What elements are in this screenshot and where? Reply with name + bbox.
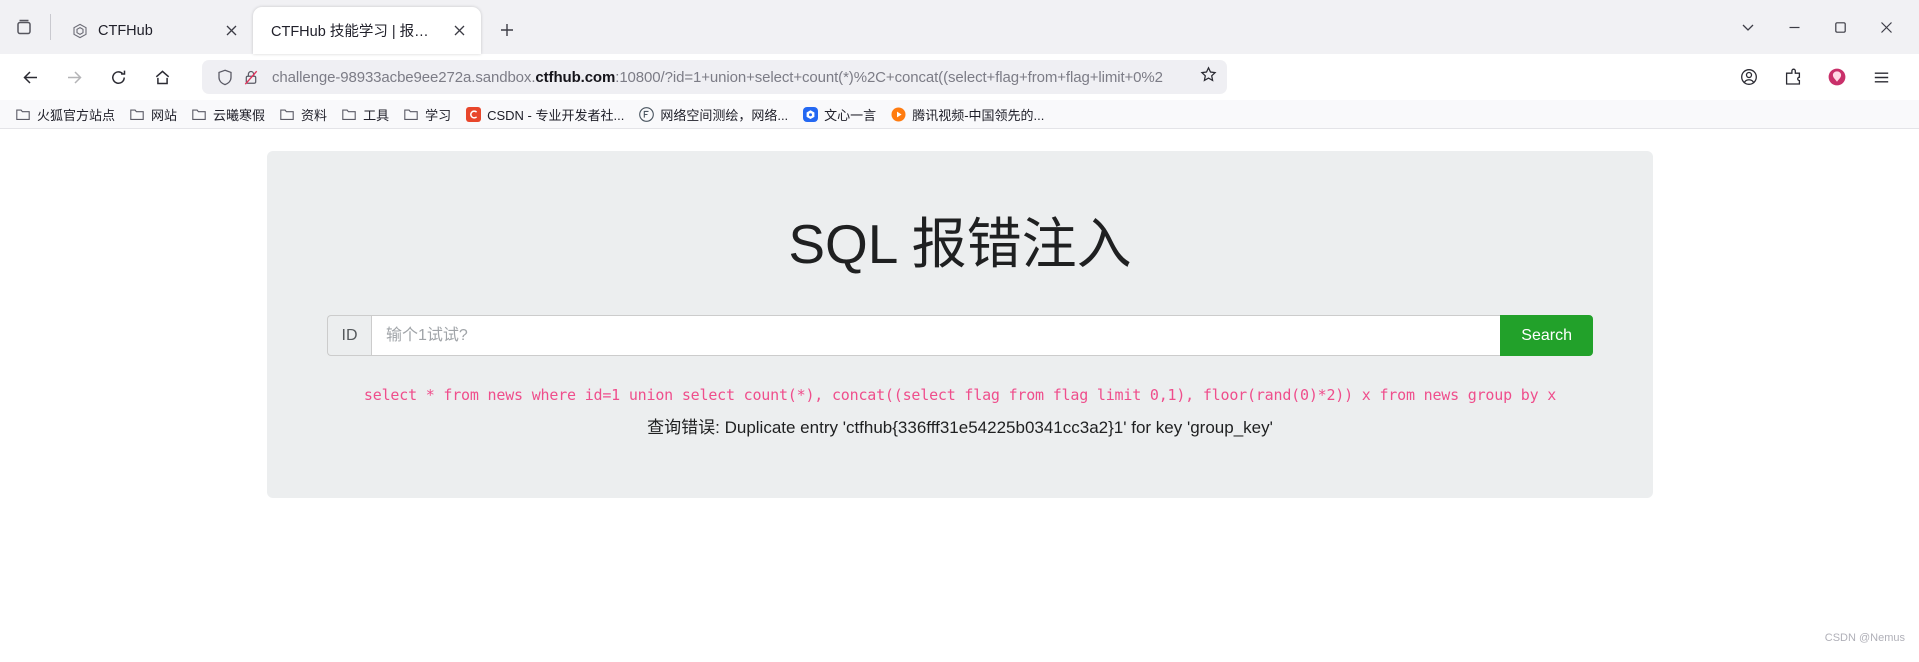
browser-tab-title: CTFHub 技能学习 | 报错注入 — [271, 24, 437, 40]
tab-strip-divider — [50, 14, 51, 40]
sql-query-output: select * from news where id=1 union sele… — [363, 386, 1557, 404]
id-search-form: ID Search — [327, 315, 1593, 356]
bookmark-star-icon[interactable] — [1200, 66, 1217, 88]
tencent-video-icon — [890, 106, 906, 122]
bookmark-label: 云曦寒假 — [213, 107, 266, 123]
tab-close-icon[interactable] — [219, 19, 243, 43]
bookmark-label: 腾讯视频-中国领先的... — [912, 107, 1045, 123]
ctfhub-logo-icon — [71, 22, 88, 39]
sql-error-message: 查询错误: Duplicate entry 'ctfhub{336fff31e5… — [647, 418, 1273, 437]
window-close-button[interactable] — [1863, 0, 1909, 54]
browser-tab-sql-error-injection[interactable]: CTFHub 技能学习 | 报错注入 — [253, 7, 481, 54]
yiyan-icon — [802, 106, 818, 122]
folder-icon — [129, 106, 145, 122]
insecure-lock-icon[interactable] — [238, 64, 264, 90]
bookmark-item[interactable]: 腾讯视频-中国领先的... — [883, 102, 1051, 127]
list-all-tabs-icon[interactable] — [1725, 0, 1771, 54]
page-viewport: SQL 报错注入 ID Search select * from news wh… — [0, 129, 1919, 652]
jumbotron-panel: SQL 报错注入 ID Search select * from news wh… — [267, 151, 1653, 498]
browser-window: CTFHub CTFHub 技能学习 | 报错注入 — [0, 0, 1919, 652]
window-maximize-button[interactable] — [1817, 0, 1863, 54]
folder-icon — [191, 106, 207, 122]
browser-tab-title: CTFHub — [98, 22, 153, 39]
bookmark-item[interactable]: 火狐官方站点 — [8, 102, 122, 127]
watermark: CSDN @Nemus — [1824, 632, 1905, 644]
bookmark-label: CSDN - 专业开发者社... — [487, 107, 625, 123]
url-host: ctfhub.com — [535, 68, 616, 86]
bookmark-item[interactable]: CSDN - 专业开发者社... — [458, 102, 631, 127]
bookmark-label: 网络空间测绘，网络... — [660, 107, 789, 123]
page-title: SQL 报错注入 — [788, 213, 1132, 275]
bookmark-label: 网站 — [151, 107, 178, 123]
csdn-icon — [465, 106, 481, 122]
search-button[interactable]: Search — [1500, 315, 1593, 356]
tab-strip: CTFHub CTFHub 技能学习 | 报错注入 — [0, 0, 1919, 54]
bookmark-item[interactable]: 资料 — [272, 102, 334, 127]
address-bar-url: challenge-98933acbe9ee272a.sandbox.ctfhu… — [272, 69, 1194, 86]
url-prefix: challenge-98933acbe9ee272a.sandbox. — [272, 68, 536, 86]
id-search-input[interactable] — [371, 315, 1501, 356]
back-button[interactable] — [12, 59, 48, 95]
bookmark-item[interactable]: 网站 — [122, 102, 184, 127]
address-bar[interactable]: challenge-98933acbe9ee272a.sandbox.ctfhu… — [202, 60, 1227, 94]
bookmark-item[interactable]: 网络空间测绘，网络... — [631, 102, 795, 127]
window-controls — [1725, 0, 1919, 54]
bookmark-label: 学习 — [425, 107, 452, 123]
account-icon[interactable] — [1731, 59, 1767, 95]
bookmark-label: 资料 — [301, 107, 328, 123]
toolbar-right-actions — [1731, 59, 1907, 95]
bookmark-label: 火狐官方站点 — [37, 107, 116, 123]
bookmark-item[interactable]: 学习 — [396, 102, 458, 127]
browser-tab-ctfhub[interactable]: CTFHub — [53, 7, 253, 54]
folder-icon — [279, 106, 295, 122]
forward-button[interactable] — [56, 59, 92, 95]
fofa-icon — [638, 106, 654, 122]
folder-icon — [341, 106, 357, 122]
bookmark-item[interactable]: 工具 — [334, 102, 396, 127]
bookmark-label: 文心一言 — [824, 107, 877, 123]
folder-icon — [15, 106, 31, 122]
profile-avatar[interactable] — [1819, 59, 1855, 95]
bookmarks-toolbar: 火狐官方站点 网站 云曦寒假 资料 工具 学习 CSDN - 专业开发者社...… — [0, 100, 1919, 129]
home-icon[interactable] — [144, 59, 180, 95]
tab-close-icon[interactable] — [447, 19, 471, 43]
window-minimize-button[interactable] — [1771, 0, 1817, 54]
id-input-label: ID — [327, 315, 371, 356]
firefox-view-icon[interactable] — [0, 0, 48, 54]
navigation-toolbar: challenge-98933acbe9ee272a.sandbox.ctfhu… — [0, 54, 1919, 100]
bookmark-item[interactable]: 云曦寒假 — [184, 102, 272, 127]
new-tab-button[interactable] — [489, 12, 525, 48]
bookmark-label: 工具 — [363, 107, 390, 123]
url-suffix: :10800/?id=1+union+select+count(*)%2C+co… — [615, 68, 1163, 86]
extensions-icon[interactable] — [1775, 59, 1811, 95]
reload-button[interactable] — [100, 59, 136, 95]
folder-icon — [403, 106, 419, 122]
bookmark-item[interactable]: 文心一言 — [795, 102, 883, 127]
app-menu-button[interactable] — [1863, 59, 1899, 95]
shield-icon[interactable] — [212, 64, 238, 90]
